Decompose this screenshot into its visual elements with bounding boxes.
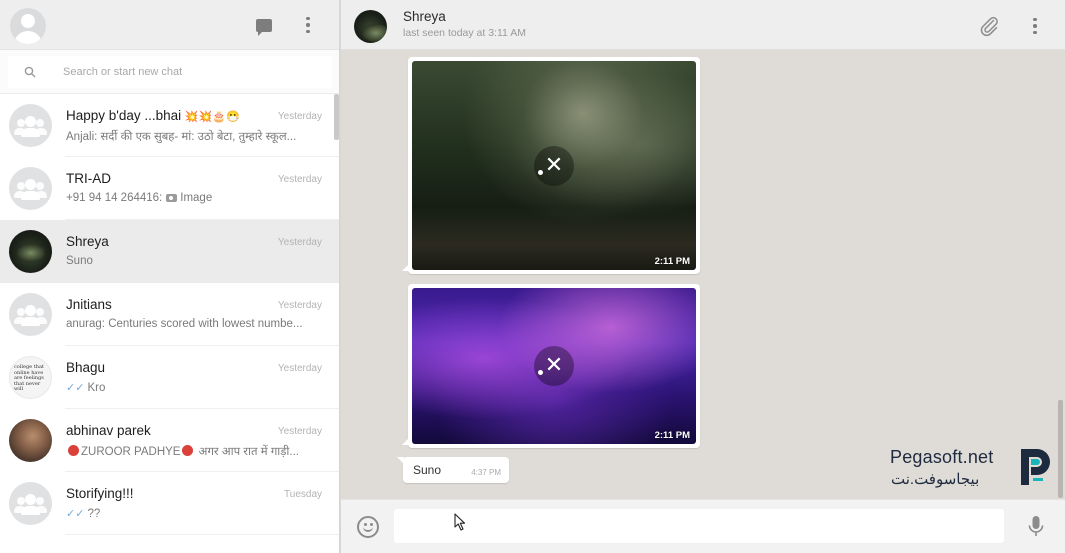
chat-preview: ZUROOR PADHYE अगर आप रात में गाड़ी... — [66, 444, 324, 459]
chat-item-storifying[interactable]: Storifying!!! Tuesday ✓✓?? — [0, 472, 339, 535]
chat-time: Yesterday — [277, 426, 322, 437]
message-time: 4:37 PM — [471, 468, 501, 477]
contact-name: Shreya — [403, 9, 446, 24]
last-seen-status: last seen today at 3:11 AM — [403, 27, 526, 39]
chat-time: Tuesday — [284, 489, 322, 500]
chat-name: Shreya — [66, 234, 109, 249]
group-avatar-icon — [9, 167, 52, 210]
image-message[interactable]: ✕ 2:11 PM — [402, 284, 700, 448]
cancel-icon: ✕ — [544, 152, 564, 178]
chat-preview: anurag: Centuries scored with lowest num… — [66, 318, 303, 330]
chat-name: Jnitians — [66, 297, 112, 312]
double-check-icon: ✓✓ — [66, 382, 85, 394]
image-message[interactable]: ✕ 2:11 PM — [402, 57, 700, 274]
chat-preview: ✓✓?? — [66, 508, 101, 520]
menu-icon[interactable] — [1023, 14, 1047, 38]
avatar — [9, 419, 52, 462]
chat-item-tri-ad[interactable]: TRI-AD Yesterday +91 94 14 264416: Image — [0, 157, 339, 220]
compose-bar — [341, 499, 1065, 553]
group-avatar-icon — [9, 104, 52, 147]
chat-item-happy-bday[interactable]: Happy b'day ...bhai 💥💥🎂😷 Yesterday Anjal… — [0, 94, 339, 157]
chat-time: Yesterday — [277, 237, 322, 248]
chat-time: Yesterday — [277, 111, 322, 122]
conversation-header[interactable]: Shreya last seen today at 3:11 AM — [341, 0, 1065, 50]
chat-item-bhagu[interactable]: college that online have are feelings th… — [0, 346, 339, 409]
mic-icon[interactable] — [1027, 514, 1045, 540]
brand-logo-icon — [1021, 449, 1050, 485]
chat-time: Yesterday — [277, 174, 322, 185]
message-time: 2:11 PM — [654, 430, 690, 441]
attach-icon[interactable] — [977, 14, 1001, 38]
message-input[interactable] — [394, 509, 1004, 543]
chat-item-jnitians[interactable]: Jnitians Yesterday anurag: Centuries sco… — [0, 283, 339, 346]
sidebar: Happy b'day ...bhai 💥💥🎂😷 Yesterday Anjal… — [0, 0, 340, 553]
watermark-brand: Pegasoft.net — [890, 447, 994, 467]
chat-item-abhinav-parek[interactable]: abhinav parek Yesterday ZUROOR PADHYE अग… — [0, 409, 339, 472]
emoji-icon[interactable] — [357, 516, 379, 538]
chat-list: Happy b'day ...bhai 💥💥🎂😷 Yesterday Anjal… — [0, 94, 339, 535]
chat-name: Happy b'day ...bhai 💥💥🎂😷 — [66, 108, 240, 123]
chat-time: Yesterday — [277, 363, 322, 374]
chat-name: Storifying!!! — [66, 486, 134, 501]
group-avatar-icon — [9, 293, 52, 336]
double-check-icon: ✓✓ — [66, 508, 85, 520]
chat-item-shreya[interactable]: Shreya Yesterday Suno — [0, 220, 339, 283]
search-bar — [0, 50, 339, 94]
sidebar-header — [0, 0, 339, 50]
avatar — [9, 230, 52, 273]
message-area: ✕ 2:11 PM ✕ 2:11 PM Suno 4:37 PM — [341, 50, 1065, 499]
group-avatar-icon — [9, 482, 52, 525]
chat-preview: Anjali: सर्दी की एक सुबह- मां: उठो बेटा,… — [66, 131, 297, 143]
cancel-download-button[interactable]: ✕ — [534, 346, 574, 386]
chat-name: TRI-AD — [66, 171, 111, 186]
chat-preview: ✓✓ Kro — [66, 382, 106, 394]
avatar[interactable] — [354, 10, 387, 43]
search-icon — [24, 66, 36, 78]
chat-preview: Suno — [66, 255, 93, 267]
avatar: college that online have are feelings th… — [9, 356, 52, 399]
chat-name: Bhagu — [66, 360, 106, 375]
new-chat-icon[interactable] — [252, 13, 276, 37]
chat-preview: +91 94 14 264416: Image — [66, 192, 213, 204]
message-time: 2:11 PM — [654, 256, 690, 267]
watermark: Pegasoft.net بيجاسوفت.نت — [885, 440, 1060, 495]
cancel-icon: ✕ — [544, 353, 564, 378]
watermark-brand-arabic: بيجاسوفت.نت — [891, 471, 980, 488]
cancel-download-button[interactable]: ✕ — [534, 145, 574, 186]
message-text: Suno — [413, 463, 442, 477]
search-input[interactable] — [63, 62, 313, 82]
camera-icon — [166, 194, 178, 202]
search-box — [8, 56, 332, 88]
menu-icon[interactable] — [296, 13, 320, 37]
mouse-cursor-icon — [454, 513, 466, 531]
my-avatar[interactable] — [10, 8, 46, 44]
chat-name: abhinav parek — [66, 423, 151, 438]
text-message[interactable]: Suno 4:37 PM — [397, 457, 509, 483]
chat-time: Yesterday — [277, 300, 322, 311]
sidebar-scrollbar[interactable] — [334, 94, 339, 140]
